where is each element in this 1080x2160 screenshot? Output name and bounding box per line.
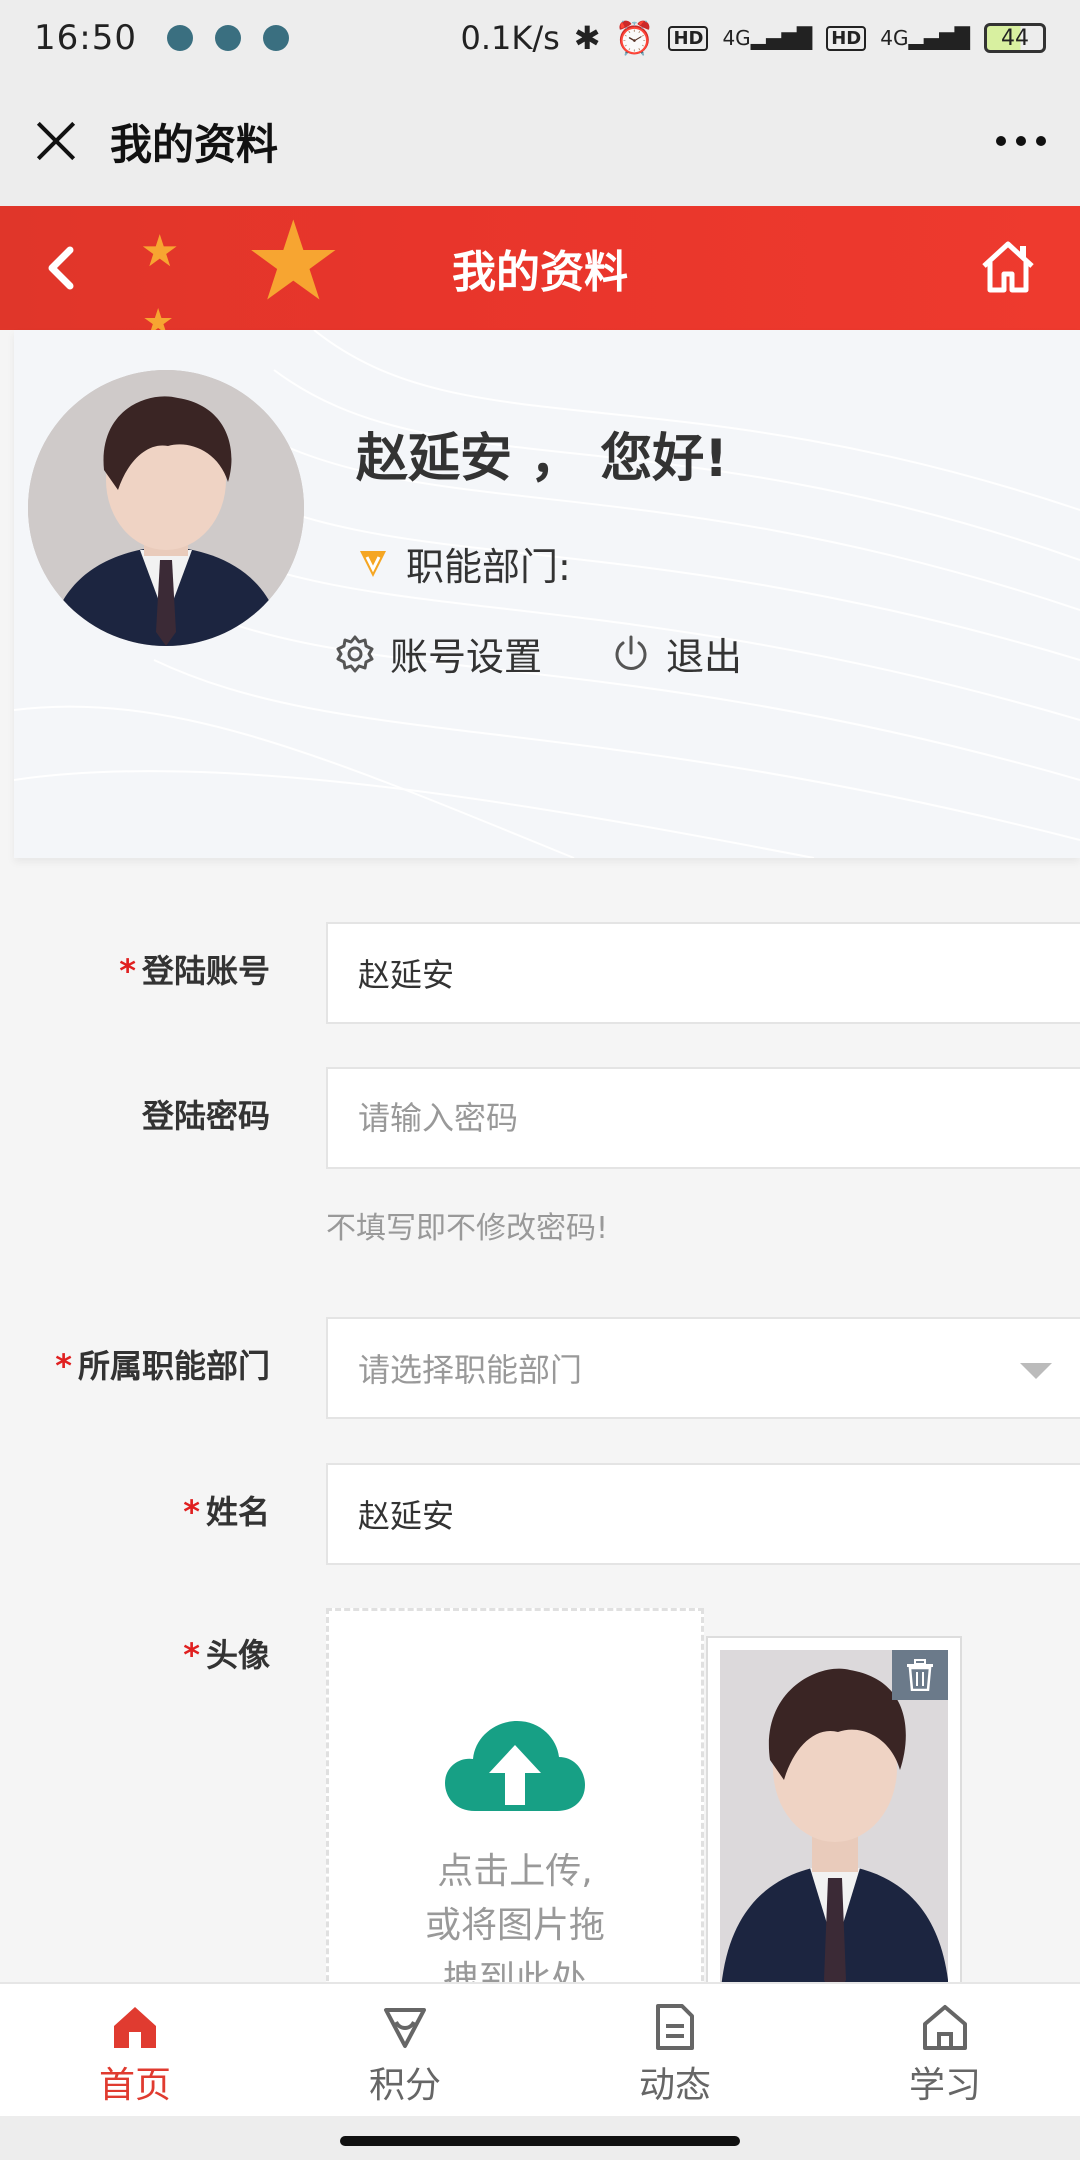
avatar-label: * 头像	[183, 1636, 270, 1674]
department-info: 职能部门:	[356, 536, 571, 591]
tab-study[interactable]: 学习	[810, 1984, 1080, 2116]
tab-home-label: 首页	[98, 2065, 171, 2106]
notification-icons	[166, 25, 289, 51]
account-settings-label: 账号设置	[390, 635, 543, 679]
app-notification-icon	[262, 25, 289, 51]
account-field[interactable]: 赵延安	[326, 922, 1080, 1024]
name-field[interactable]: 赵延安	[326, 1463, 1080, 1565]
department-field-label: * 所属职能部门	[55, 1347, 270, 1385]
flag-star-icon: ★	[244, 206, 343, 325]
document-icon	[656, 2004, 694, 2050]
logout-label: 退出	[666, 635, 743, 679]
logout-button[interactable]: 退出	[610, 626, 742, 681]
hd-badge: HD	[668, 25, 709, 51]
flag-star-icon: ★	[142, 302, 175, 330]
home-icon	[114, 2007, 156, 2048]
status-bar: 16:50 0.1K/s ✱ ⏰ HD 4G▂▄▆█ HD 4G▂▄▆█ 44	[0, 0, 1080, 76]
name-label: * 姓名	[183, 1493, 270, 1531]
battery-icon: 44	[984, 23, 1046, 53]
department-label: 职能部门:	[406, 545, 571, 589]
alarm-icon: ⏰	[614, 19, 655, 57]
gem-icon	[384, 2008, 426, 2048]
network-speed: 0.1K/s	[460, 19, 560, 57]
avatar-preview-image	[720, 1650, 948, 2002]
department-select-placeholder: 请选择职能部门	[358, 1351, 583, 1389]
trash-icon	[907, 1659, 933, 1691]
department-select[interactable]: 请选择职能部门	[326, 1317, 1080, 1419]
profile-card: 赵延安 ， 您好! 职能部门: 账号设置 退出	[14, 330, 1080, 858]
flag-star-icon: ★	[140, 226, 180, 277]
account-actions: 账号设置 退出	[334, 626, 810, 681]
wechat-title-bar: 我的资料	[0, 76, 1080, 206]
home-icon[interactable]	[978, 236, 1038, 296]
close-icon[interactable]	[34, 119, 78, 163]
app-notification-icon	[214, 25, 241, 51]
delete-image-button[interactable]	[892, 1650, 948, 1700]
cloud-upload-icon	[445, 1721, 585, 1811]
clock: 16:50	[34, 18, 137, 58]
tab-news[interactable]: 动态	[540, 1984, 810, 2116]
tab-news-label: 动态	[638, 2065, 711, 2106]
vip-badge-icon	[360, 550, 386, 577]
avatar[interactable]	[28, 370, 304, 646]
password-hint: 不填写即不修改密码!	[326, 1211, 609, 1246]
window-title: 我的资料	[110, 119, 279, 169]
password-label: 登陆密码	[141, 1097, 270, 1135]
signal-icon: 4G▂▄▆█	[880, 26, 970, 50]
hd-badge: HD	[826, 25, 867, 51]
page-title: 我的资料	[452, 247, 628, 298]
tab-points[interactable]: 积分	[270, 1984, 540, 2116]
gear-icon	[336, 635, 374, 672]
avatar-preview	[706, 1636, 962, 2016]
greeting-text: 赵延安 ， 您好!	[356, 429, 728, 489]
account-label: * 登陆账号	[119, 952, 270, 990]
chevron-down-icon	[1020, 1363, 1052, 1379]
status-right: 0.1K/s ✱ ⏰ HD 4G▂▄▆█ HD 4G▂▄▆█ 44	[460, 19, 1046, 57]
house-outline-icon	[923, 2005, 967, 2050]
app-notification-icon	[166, 25, 193, 51]
account-settings-button[interactable]: 账号设置	[334, 626, 542, 681]
password-field[interactable]	[326, 1067, 1080, 1169]
tab-points-label: 积分	[368, 2065, 441, 2106]
tab-home[interactable]: 首页	[0, 1984, 270, 2116]
home-indicator[interactable]	[340, 2136, 740, 2146]
page-header: ★ ★ ★ 我的资料	[0, 206, 1080, 330]
more-menu-icon[interactable]	[996, 136, 1046, 146]
back-icon[interactable]	[40, 244, 80, 292]
tab-study-label: 学习	[908, 2065, 981, 2106]
bottom-tab-bar: 首页 积分 动态 学习	[0, 1982, 1080, 2116]
signal-icon: 4G▂▄▆█	[722, 26, 813, 50]
avatar-upload-area[interactable]: 点击上传, 或将图片拖 拽到此处	[326, 1608, 704, 2008]
power-icon	[615, 635, 647, 670]
bluetooth-icon: ✱	[573, 19, 601, 57]
